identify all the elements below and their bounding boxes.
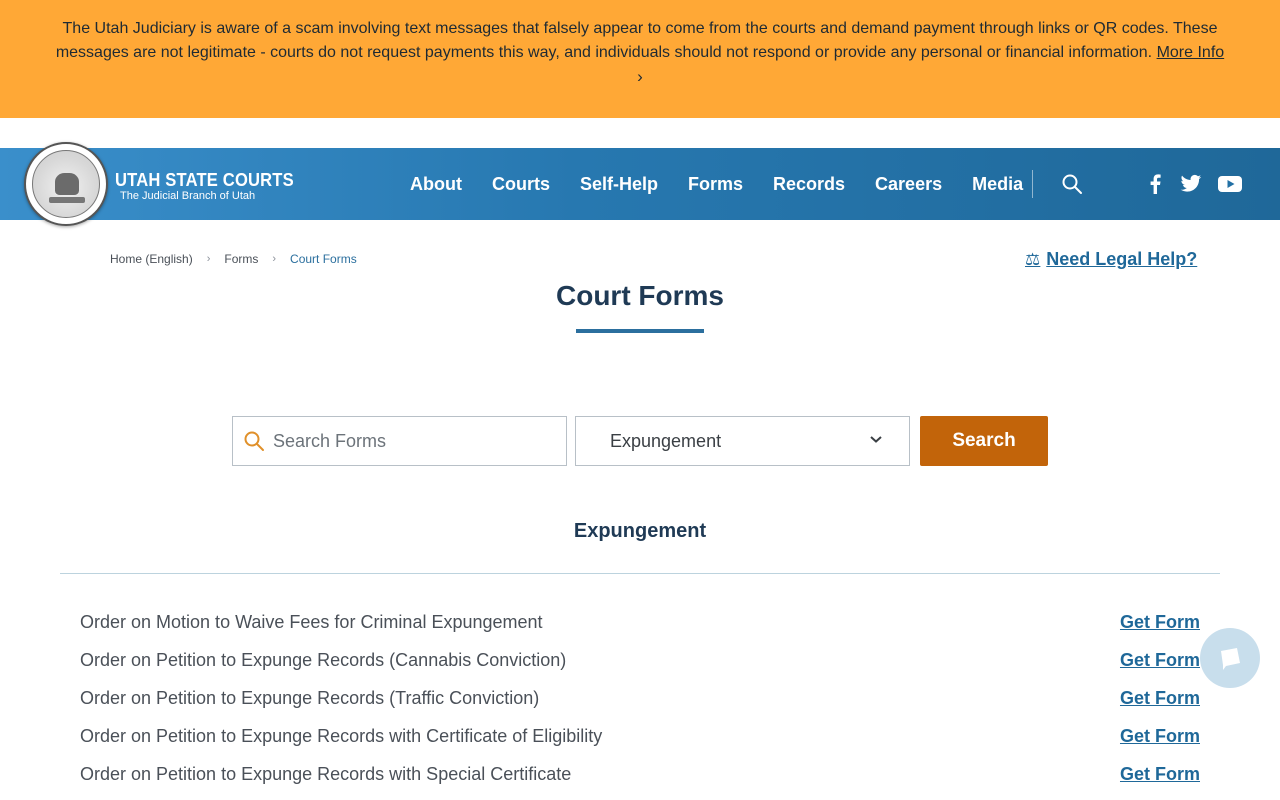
breadcrumb: Home (English) › Forms › Court Forms [110, 252, 357, 266]
title-underline [576, 329, 704, 333]
brand-subtitle: The Judicial Branch of Utah [120, 190, 256, 202]
list-item: Order on Petition to Expunge Records wit… [80, 724, 1200, 762]
form-title: Order on Petition to Expunge Records wit… [80, 726, 603, 746]
chat-icon [1221, 648, 1240, 670]
main-nav: About Courts Self-Help Forms Records Car… [410, 148, 1053, 220]
category-selected-value: Expungement [610, 430, 722, 451]
facebook-icon[interactable] [1148, 174, 1162, 194]
results-heading: Expungement [573, 520, 707, 542]
brand-title: UTAH STATE COURTS [115, 170, 294, 190]
get-form-link[interactable]: Get Form [1120, 686, 1200, 710]
chevron-right-icon[interactable]: › [30, 65, 1250, 89]
form-title: Order on Petition to Expunge Records (Ca… [80, 650, 567, 670]
get-form-link[interactable]: Get Form [1120, 648, 1200, 672]
need-legal-help-link[interactable]: ⚖ Need Legal Help? [1025, 249, 1197, 270]
nav-media[interactable]: Media [972, 174, 1023, 195]
search-icon [244, 431, 264, 451]
breadcrumb-separator: › [272, 253, 277, 265]
state-seal-logo[interactable] [24, 142, 108, 226]
nav-forms[interactable]: Forms [688, 174, 743, 195]
form-title: Order on Petition to Expunge Records wit… [80, 764, 572, 784]
breadcrumb-current[interactable]: Court Forms [290, 252, 357, 266]
nav-courts[interactable]: Courts [492, 174, 550, 195]
nav-divider [1032, 170, 1033, 198]
form-title: Order on Petition to Expunge Records (Tr… [80, 688, 540, 708]
more-info-link[interactable]: More Info [1157, 44, 1225, 61]
page-title: Court Forms [556, 280, 724, 311]
list-item: Order on Motion to Waive Fees for Crimin… [80, 610, 1200, 648]
category-select[interactable]: Expungement [575, 416, 910, 466]
get-form-link[interactable]: Get Form [1120, 724, 1200, 748]
youtube-icon[interactable] [1218, 174, 1242, 194]
nav-about[interactable]: About [410, 174, 462, 195]
form-title: Order on Motion to Waive Fees for Crimin… [80, 612, 543, 632]
seal-base [49, 197, 85, 203]
list-item: Order on Petition to Expunge Records (Tr… [80, 686, 1200, 724]
list-item: Order on Petition to Expunge Records wit… [80, 762, 1200, 800]
scale-icon: ⚖ [1025, 249, 1041, 269]
search-forms-input[interactable] [273, 430, 553, 452]
breadcrumb-home[interactable]: Home (English) [110, 252, 193, 266]
alert-message: The Utah Judiciary is aware of a scam in… [55, 20, 1218, 61]
chat-widget-button[interactable] [1200, 628, 1260, 688]
search-forms-field[interactable] [232, 416, 567, 466]
chevron-down-icon [870, 436, 882, 443]
beehive-icon [55, 173, 79, 195]
nav-careers[interactable]: Careers [875, 174, 942, 195]
scam-alert-banner: The Utah Judiciary is aware of a scam in… [0, 0, 1280, 118]
seal-emblem [32, 150, 100, 218]
need-legal-help-label: Need Legal Help? [1046, 249, 1198, 269]
results-divider [60, 573, 1220, 574]
breadcrumb-separator: › [206, 253, 211, 265]
get-form-link[interactable]: Get Form [1120, 762, 1200, 786]
form-list: Order on Motion to Waive Fees for Crimin… [80, 610, 1200, 800]
breadcrumb-forms[interactable]: Forms [224, 252, 258, 266]
list-item: Order on Petition to Expunge Records (Ca… [80, 648, 1200, 686]
brand[interactable]: UTAH STATE COURTS The Judicial Branch of… [115, 170, 309, 203]
nav-self-help[interactable]: Self-Help [580, 174, 658, 195]
twitter-icon[interactable] [1180, 174, 1202, 194]
search-button[interactable]: Search [920, 416, 1048, 466]
get-form-link[interactable]: Get Form [1120, 610, 1200, 634]
nav-records[interactable]: Records [773, 174, 845, 195]
search-icon[interactable] [1061, 173, 1083, 195]
site-header: UTAH STATE COURTS The Judicial Branch of… [0, 142, 1280, 226]
